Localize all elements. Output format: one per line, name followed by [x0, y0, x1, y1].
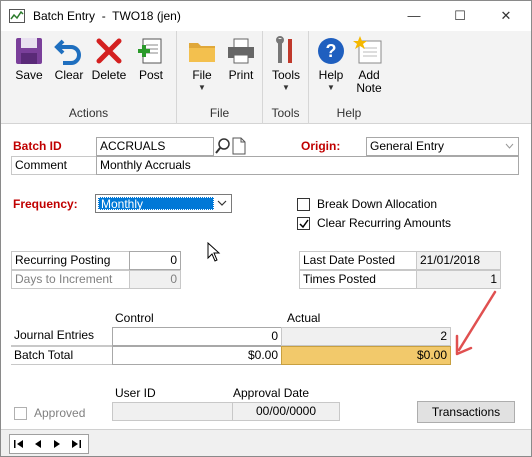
folder-icon [189, 43, 215, 62]
save-icon [16, 38, 42, 64]
file-group-label: File [209, 106, 230, 120]
tools-menu-button[interactable]: Tools ▼ [267, 35, 305, 92]
batch-id-label: Batch ID [13, 139, 62, 153]
printer-icon [228, 38, 254, 64]
file-group: File ▼ Print File [177, 31, 263, 124]
chevron-down-icon: ▼ [282, 83, 290, 92]
clear-recurring-amounts-checkbox[interactable] [297, 217, 310, 230]
help-group: ? Help ▼ Add Note Help [309, 31, 389, 124]
clear-button[interactable]: Clear [51, 35, 87, 82]
file-label: File [192, 68, 212, 82]
recurring-posting-input[interactable]: 0 [129, 251, 181, 270]
chevron-down-icon [217, 200, 227, 206]
title-bar: Batch Entry - TWO18 (jen) — ☐ ✕ [1, 1, 531, 31]
print-label: Print [228, 68, 254, 82]
save-label: Save [15, 68, 43, 82]
print-button[interactable]: Print [223, 35, 259, 82]
user-id-value [112, 402, 233, 421]
close-button[interactable]: ✕ [483, 1, 529, 31]
status-bar [1, 429, 531, 456]
clear-label: Clear [54, 68, 84, 82]
delete-label: Delete [91, 68, 127, 82]
delete-x-icon [96, 38, 122, 64]
transactions-button[interactable]: Transactions [417, 401, 515, 423]
batch-entry-window: Batch Entry - TWO18 (jen) — ☐ ✕ Save Cle… [0, 0, 532, 457]
approved-checkbox [14, 407, 27, 420]
app-icon [9, 9, 25, 23]
chevron-down-icon: ▼ [327, 83, 335, 92]
approved-label: Approved [34, 406, 86, 420]
post-button[interactable]: Post [133, 35, 169, 82]
actual-column-header: Actual [287, 311, 321, 325]
recurring-posting-label: Recurring Posting [11, 251, 130, 270]
origin-value: General Entry [370, 139, 445, 153]
batch-total-label: Batch Total [11, 346, 113, 365]
chevron-down-icon: ▼ [198, 83, 206, 92]
lookup-icon[interactable] [215, 137, 231, 155]
times-posted-value: 1 [416, 270, 501, 289]
approval-date-header: Approval Date [233, 386, 310, 400]
break-down-allocation-label: Break Down Allocation [317, 197, 438, 211]
clear-recurring-amounts-label: Clear Recurring Amounts [317, 216, 452, 230]
help-icon: ? [318, 38, 344, 64]
tools-icon [276, 36, 292, 63]
last-record-icon[interactable] [70, 438, 82, 450]
post-label: Post [138, 68, 163, 82]
frequency-value: Monthly [98, 197, 214, 211]
tools-group: Tools ▼ Tools [263, 31, 309, 124]
post-icon [138, 38, 162, 64]
add-note-label-line2: Note [356, 81, 382, 95]
actions-group: Save Clear Delete Post Actions [1, 31, 177, 124]
journal-entries-label: Journal Entries [11, 327, 113, 346]
previous-record-icon[interactable] [32, 438, 44, 450]
comment-input[interactable]: Monthly Accruals [96, 156, 519, 175]
batch-total-actual-value: $0.00 [281, 346, 451, 365]
origin-dropdown[interactable]: General Entry [366, 137, 519, 156]
user-id-header: User ID [115, 386, 156, 400]
mouse-cursor-icon [207, 242, 221, 262]
days-to-increment-label: Days to Increment [11, 270, 130, 289]
help-group-label: Help [336, 106, 362, 120]
break-down-allocation-checkbox[interactable] [297, 198, 310, 211]
frequency-label: Frequency: [13, 197, 78, 211]
last-date-posted-value: 21/01/2018 [416, 251, 501, 270]
save-button[interactable]: Save [9, 35, 49, 82]
batch-id-input[interactable]: ACCRUALS [96, 137, 214, 156]
journal-entries-control-input[interactable]: 0 [112, 327, 282, 346]
batch-entry-form: Batch ID ACCRUALS Origin: General Entry … [1, 125, 531, 425]
last-date-posted-label: Last Date Posted [299, 251, 417, 270]
annotation-arrow-icon [455, 290, 497, 356]
approval-date-value: 00/00/0000 [232, 402, 340, 421]
checkmark-icon [299, 219, 309, 229]
record-navigation [9, 434, 89, 454]
times-posted-label: Times Posted [299, 270, 417, 289]
first-record-icon[interactable] [13, 438, 25, 450]
tools-group-label: Tools [271, 106, 300, 120]
control-column-header: Control [115, 311, 154, 325]
next-record-icon[interactable] [51, 438, 63, 450]
journal-entries-actual-value: 2 [281, 327, 451, 346]
window-title: Batch Entry - TWO18 (jen) [33, 9, 181, 23]
minimize-button[interactable]: — [391, 1, 437, 31]
note-page-icon[interactable] [232, 137, 246, 155]
tools-label: Tools [271, 68, 300, 82]
ribbon-toolbar: Save Clear Delete Post Actions File ▼ Pr… [1, 31, 531, 124]
add-note-button[interactable]: Add Note [351, 35, 387, 95]
help-menu-button[interactable]: ? Help ▼ [313, 35, 349, 92]
delete-button[interactable]: Delete [89, 35, 129, 82]
batch-total-control-input[interactable]: $0.00 [112, 346, 282, 365]
help-label: Help [318, 68, 344, 82]
days-to-increment-input: 0 [129, 270, 181, 289]
note-icon [353, 36, 382, 64]
chevron-down-icon [505, 143, 514, 149]
origin-label: Origin: [301, 139, 341, 153]
actions-group-label: Actions [68, 106, 109, 120]
maximize-button[interactable]: ☐ [437, 1, 483, 31]
frequency-dropdown[interactable]: Monthly [95, 194, 232, 213]
file-menu-button[interactable]: File ▼ [183, 35, 221, 92]
comment-label: Comment [11, 156, 97, 175]
undo-icon [54, 39, 81, 65]
svg-text:?: ? [326, 41, 337, 61]
